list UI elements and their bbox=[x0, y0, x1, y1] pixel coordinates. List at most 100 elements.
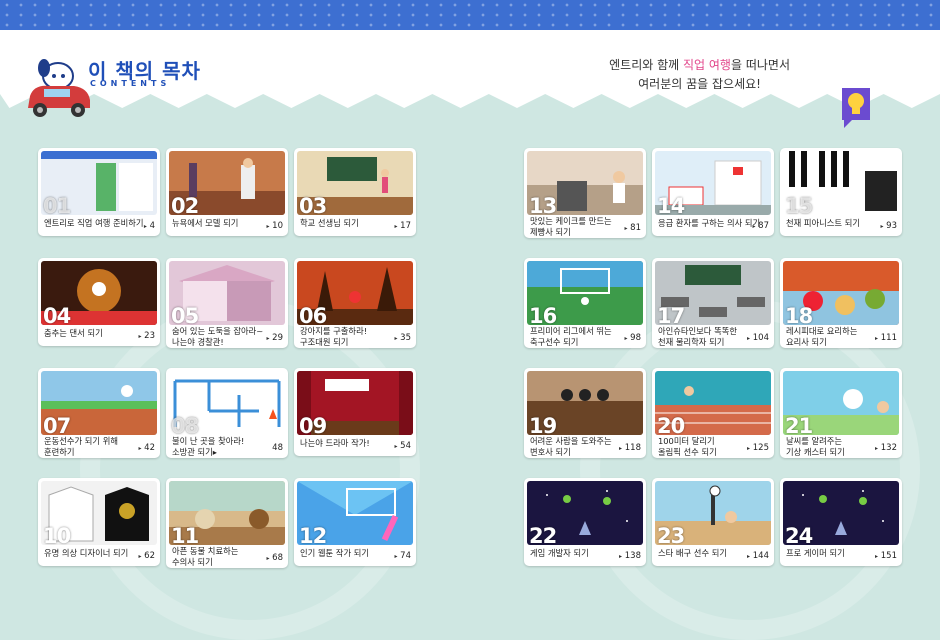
chapter-number: 07 bbox=[43, 414, 71, 435]
chapter-card-10[interactable]: 10 유명 의상 디자이너 되기 ▸ 62 bbox=[38, 478, 160, 566]
chapter-page-number: ▸ 81 bbox=[624, 223, 641, 233]
chapter-card-20[interactable]: 20 100미터 달리기 올림픽 선수 되기 ▸ 125 bbox=[652, 368, 774, 458]
chapter-thumbnail: 03 bbox=[297, 151, 413, 215]
chapter-page-number: ▸ 93 bbox=[880, 221, 897, 231]
triangle-right-icon: ▸ bbox=[880, 223, 884, 230]
chapter-card-07[interactable]: 07 운동선수가 되기 위해 훈련하기 ▸ 42 bbox=[38, 368, 160, 458]
chapter-card-24[interactable]: 24 프로 게이머 되기 ▸ 151 bbox=[780, 478, 902, 566]
triangle-right-icon: ▸ bbox=[138, 445, 142, 452]
chapter-title: 응급 환자를 구하는 의사 되기 bbox=[658, 218, 761, 228]
chapter-number: 18 bbox=[785, 304, 813, 325]
chapter-page-number: ▸ 144 bbox=[747, 551, 769, 561]
chapter-number: 19 bbox=[529, 414, 557, 435]
chapter-title: 뉴욕에서 모델 되기 bbox=[172, 218, 239, 228]
chapter-number: 01 bbox=[43, 194, 71, 215]
chapter-card-01[interactable]: 01 엔트리로 직업 여행 준비하기 ▸ 4 bbox=[38, 148, 160, 236]
chapter-title: 엔트리로 직업 여행 준비하기 bbox=[44, 218, 144, 228]
lightbulb-icon bbox=[842, 88, 870, 128]
background-ring-right bbox=[580, 300, 920, 640]
chapter-title: 불이 난 곳을 찾아라! 소방관 되기▸ bbox=[172, 436, 245, 457]
chapter-page-number: ▸ 68 bbox=[266, 553, 283, 563]
chapter-card-18[interactable]: 18 레시피대로 요리하는 요리사 되기 ▸ 111 bbox=[780, 258, 902, 348]
chapter-number: 13 bbox=[529, 194, 557, 215]
chapter-title: 학교 선생님 되기 bbox=[300, 218, 359, 228]
chapter-page-number: ▸ 74 bbox=[394, 551, 411, 561]
chapter-thumbnail: 10 bbox=[41, 481, 157, 545]
background-ring-left bbox=[80, 300, 420, 640]
chapter-title: 아픈 동물 치료하는 수의사 되기 bbox=[172, 546, 239, 567]
chapter-title: 천재 피아니스트 되기 bbox=[786, 218, 860, 228]
chapter-number: 14 bbox=[657, 194, 685, 215]
chapter-card-08[interactable]: 08 불이 난 곳을 찾아라! 소방관 되기▸ 48 bbox=[166, 368, 288, 458]
triangle-right-icon: ▸ bbox=[266, 335, 270, 342]
chapter-page-number: ▸ 111 bbox=[875, 333, 897, 343]
chapter-card-14[interactable]: 14 응급 환자를 구하는 의사 되기 ▸ 87 bbox=[652, 148, 774, 236]
triangle-right-icon: ▸ bbox=[394, 443, 398, 450]
chapter-number: 22 bbox=[529, 524, 557, 545]
chapter-thumbnail: 22 bbox=[527, 481, 643, 545]
chapter-card-15[interactable]: 15 천재 피아니스트 되기 ▸ 93 bbox=[780, 148, 902, 236]
triangle-right-icon: ▸ bbox=[875, 553, 879, 560]
chapter-card-05[interactable]: 05 숨어 있는 도둑을 잡아라~ 나는야 경찰관! ▸ 29 bbox=[166, 258, 288, 348]
chapter-page-number: ▸ 125 bbox=[747, 443, 769, 453]
chapter-number: 08 bbox=[171, 414, 199, 435]
chapter-page-number: ▸ 54 bbox=[394, 441, 411, 451]
chapter-card-02[interactable]: 02 뉴욕에서 모델 되기 ▸ 10 bbox=[166, 148, 288, 236]
chapter-thumbnail: 23 bbox=[655, 481, 771, 545]
chapter-card-03[interactable]: 03 학교 선생님 되기 ▸ 17 bbox=[294, 148, 416, 236]
chapter-card-09[interactable]: 09 나는야 드라마 작가! ▸ 54 bbox=[294, 368, 416, 456]
page-subtitle: CONTENTS bbox=[90, 79, 171, 88]
triangle-right-icon: ▸ bbox=[266, 223, 270, 230]
chapter-page-number: ▸ 17 bbox=[394, 221, 411, 231]
chapter-card-12[interactable]: 12 인기 웹툰 작가 되기 ▸ 74 bbox=[294, 478, 416, 566]
chapter-card-22[interactable]: 22 게임 개발자 되기 ▸ 138 bbox=[524, 478, 646, 566]
triangle-right-icon: ▸ bbox=[747, 335, 751, 342]
chapter-number: 16 bbox=[529, 304, 557, 325]
chapter-number: 06 bbox=[299, 304, 327, 325]
chapter-card-17[interactable]: 17 아인슈타인보다 똑똑한 천재 물리학자 되기 ▸ 104 bbox=[652, 258, 774, 348]
triangle-right-icon: ▸ bbox=[138, 333, 142, 340]
chapter-thumbnail: 24 bbox=[783, 481, 899, 545]
triangle-right-icon: ▸ bbox=[619, 553, 623, 560]
triangle-right-icon: ▸ bbox=[624, 225, 628, 232]
chapter-thumbnail: 21 bbox=[783, 371, 899, 435]
chapter-title: 나는야 드라마 작가! bbox=[300, 438, 370, 448]
triangle-right-icon: ▸ bbox=[875, 445, 879, 452]
chapter-thumbnail: 05 bbox=[169, 261, 285, 325]
chapter-number: 21 bbox=[785, 414, 813, 435]
chapter-page-number: 48 bbox=[272, 443, 283, 453]
triangle-right-icon: ▸ bbox=[747, 445, 751, 452]
chapter-card-06[interactable]: 06 강아지를 구출하라! 구조대원 되기 ▸ 35 bbox=[294, 258, 416, 348]
chapter-title: 숨어 있는 도둑을 잡아라~ 나는야 경찰관! bbox=[172, 326, 264, 347]
chapter-page-number: ▸ 132 bbox=[875, 443, 897, 453]
chapter-number: 15 bbox=[785, 194, 813, 215]
chapter-thumbnail: 09 bbox=[297, 371, 413, 435]
chapter-card-13[interactable]: 13 맛있는 케이크를 만드는 제빵사 되기 ▸ 81 bbox=[524, 148, 646, 238]
chapter-card-19[interactable]: 19 어려운 사람을 도와주는 변호사 되기 ▸ 118 bbox=[524, 368, 646, 458]
chapter-number: 10 bbox=[43, 524, 71, 545]
chapter-page-number: ▸ 4 bbox=[143, 221, 155, 231]
chapter-thumbnail: 13 bbox=[527, 151, 643, 215]
chapter-thumbnail: 16 bbox=[527, 261, 643, 325]
chapter-thumbnail: 17 bbox=[655, 261, 771, 325]
top-decorative-band bbox=[0, 0, 940, 30]
chapter-card-11[interactable]: 11 아픈 동물 치료하는 수의사 되기 ▸ 68 bbox=[166, 478, 288, 568]
chapter-thumbnail: 19 bbox=[527, 371, 643, 435]
chapter-card-21[interactable]: 21 날씨를 알려주는 기상 캐스터 되기 ▸ 132 bbox=[780, 368, 902, 458]
triangle-right-icon: ▸ bbox=[394, 553, 398, 560]
chapter-card-04[interactable]: 04 춤추는 댄서 되기 ▸ 23 bbox=[38, 258, 160, 346]
chapter-card-23[interactable]: 23 스타 배구 선수 되기 ▸ 144 bbox=[652, 478, 774, 566]
chapter-number: 04 bbox=[43, 304, 71, 325]
chapter-page-number: ▸ 42 bbox=[138, 443, 155, 453]
chapter-page-number: ▸ 138 bbox=[619, 551, 641, 561]
chapter-thumbnail: 14 bbox=[655, 151, 771, 215]
chapter-card-16[interactable]: 16 프리미어 리그에서 뛰는 축구선수 되기 ▸ 98 bbox=[524, 258, 646, 348]
chapter-page-number: ▸ 98 bbox=[624, 333, 641, 343]
chapter-page-number: ▸ 118 bbox=[619, 443, 641, 453]
triangle-right-icon: ▸ bbox=[143, 223, 147, 230]
chapter-thumbnail: 15 bbox=[783, 151, 899, 215]
chapter-number: 11 bbox=[171, 524, 199, 545]
chapter-thumbnail: 01 bbox=[41, 151, 157, 215]
triangle-right-icon: ▸ bbox=[138, 553, 142, 560]
chapter-title: 프리미어 리그에서 뛰는 축구선수 되기 bbox=[530, 326, 612, 347]
